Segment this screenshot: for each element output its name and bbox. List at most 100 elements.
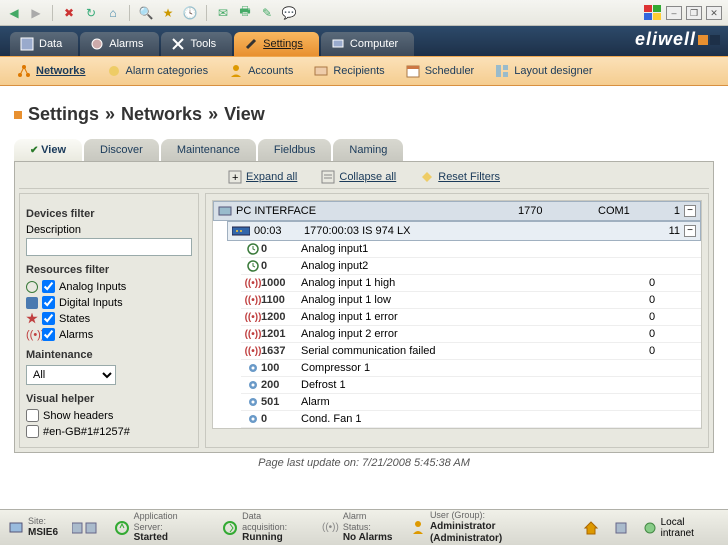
zone-icon — [643, 521, 657, 535]
status-appserver: Application Server:Started — [114, 511, 209, 545]
row-val: 0 — [649, 311, 697, 323]
status-value: Running — [242, 532, 308, 544]
devices-filter-title: Devices filter — [26, 208, 192, 220]
checkbox[interactable] — [26, 425, 39, 438]
row-name: Compressor 1 — [301, 362, 649, 374]
alarms-icon — [90, 37, 104, 51]
tab-label: Alarms — [109, 38, 143, 50]
tab-alarms[interactable]: Alarms — [80, 32, 159, 56]
checkbox[interactable] — [26, 409, 39, 422]
status-label: Site: — [28, 516, 58, 527]
row-name: Cond. Fan 1 — [301, 413, 649, 425]
tree-resource-row[interactable]: 0Analog input2 — [241, 258, 701, 275]
maintenance-select[interactable]: All — [26, 365, 116, 385]
collapse-toggle[interactable]: − — [684, 205, 696, 217]
windows-flag-icon — [644, 5, 662, 21]
row-num: 200 — [261, 379, 301, 391]
expand-all-button[interactable]: +Expand all — [228, 170, 297, 184]
tab-computer[interactable]: Computer — [321, 32, 414, 56]
tree-resource-row[interactable]: ((•))1637Serial communication failed0 — [241, 343, 701, 360]
subnav-layout-designer[interactable]: Layout designer — [488, 60, 598, 82]
row-num: 501 — [261, 396, 301, 408]
svg-text:+: + — [232, 172, 238, 184]
tab-label: Computer — [350, 38, 398, 50]
tree-resource-row[interactable]: 200Defrost 1 — [241, 377, 701, 394]
checkbox[interactable] — [42, 296, 55, 309]
home-status-icon[interactable] — [583, 520, 599, 536]
collapse-toggle[interactable]: − — [684, 225, 696, 237]
home-button[interactable]: ⌂ — [105, 5, 121, 21]
search-button[interactable]: 🔍 — [138, 5, 154, 21]
gear-icon — [245, 396, 261, 408]
mail-button[interactable]: ✉ — [215, 5, 231, 21]
print-button[interactable]: 🖶 — [237, 5, 253, 21]
site-icon — [8, 519, 24, 535]
filter-label: Analog Inputs — [59, 281, 126, 293]
stop-button[interactable]: ✖ — [61, 5, 77, 21]
tree-resource-row[interactable]: ((•))1200Analog input 1 error0 — [241, 309, 701, 326]
recipients-icon — [313, 63, 329, 79]
discuss-button[interactable]: 💬 — [281, 5, 297, 21]
layout-icon — [494, 63, 510, 79]
collapse-all-button[interactable]: Collapse all — [321, 170, 396, 184]
minimize-button[interactable]: – — [666, 6, 682, 20]
tree-resource-row[interactable]: 0Analog input1 — [241, 241, 701, 258]
tree-resource-row[interactable]: 501Alarm — [241, 394, 701, 411]
tree-resource-row[interactable]: ((•))1000Analog input 1 high0 — [241, 275, 701, 292]
subnav-accounts[interactable]: Accounts — [222, 60, 299, 82]
user-icon — [410, 519, 426, 535]
tab-tools[interactable]: Tools — [161, 32, 232, 56]
subnav-label: Accounts — [248, 65, 293, 77]
favorites-button[interactable]: ★ — [160, 5, 176, 21]
clock-icon — [26, 281, 38, 293]
itab-view[interactable]: View — [14, 139, 82, 161]
subnav-networks[interactable]: Networks — [10, 60, 92, 82]
device-icon — [232, 225, 250, 237]
itab-fieldbus[interactable]: Fieldbus — [258, 139, 332, 161]
filter-states[interactable]: States — [26, 312, 192, 325]
checkbox[interactable] — [42, 280, 55, 293]
crumb-sep: » — [105, 104, 115, 125]
tool-status-icon[interactable] — [613, 520, 629, 536]
tab-label: Data — [39, 38, 62, 50]
status-dataacq: Data acquisition:Running — [222, 511, 308, 545]
checkbox[interactable] — [42, 312, 55, 325]
zone-label: Local intranet — [661, 517, 720, 539]
row-name: Alarm — [301, 396, 649, 408]
filter-label: #en-GB#1#1257# — [43, 426, 130, 438]
tree-resource-row[interactable]: ((•))1201Analog input 2 error0 — [241, 326, 701, 343]
action-label: Collapse all — [339, 171, 396, 183]
checkbox[interactable] — [42, 328, 55, 341]
crumb: Networks — [121, 104, 202, 125]
visual-locale[interactable]: #en-GB#1#1257# — [26, 425, 192, 438]
subnav-label: Layout designer — [514, 65, 592, 77]
itab-naming[interactable]: Naming — [333, 139, 403, 161]
filter-analog-inputs[interactable]: Analog Inputs — [26, 280, 192, 293]
tree-device-row[interactable]: 00:03 1770:00:03 IS 974 LX 11 − — [227, 221, 701, 241]
close-button[interactable]: ✕ — [706, 6, 722, 20]
maximize-button[interactable]: ❐ — [686, 6, 702, 20]
history-button[interactable]: 🕓 — [182, 5, 198, 21]
itab-discover[interactable]: Discover — [84, 139, 159, 161]
subnav-alarm-categories[interactable]: Alarm categories — [100, 60, 215, 82]
tree-resource-row[interactable]: ((•))1100Analog input 1 low0 — [241, 292, 701, 309]
visual-show-headers[interactable]: Show headers — [26, 409, 192, 422]
subnav-scheduler[interactable]: Scheduler — [399, 60, 481, 82]
forward-button[interactable]: ▶ — [28, 5, 44, 21]
filter-digital-inputs[interactable]: Digital Inputs — [26, 296, 192, 309]
refresh-button[interactable]: ↻ — [83, 5, 99, 21]
crumb: View — [224, 104, 265, 125]
description-input[interactable] — [26, 238, 192, 256]
tree-resource-row[interactable]: 0Cond. Fan 1 — [241, 411, 701, 428]
subnav-recipients[interactable]: Recipients — [307, 60, 390, 82]
filter-alarms[interactable]: ((•))Alarms — [26, 328, 192, 341]
back-button[interactable]: ◀ — [6, 5, 22, 21]
tree-root-row[interactable]: PC INTERFACE 1770 COM1 1 − — [213, 201, 701, 221]
itab-maintenance[interactable]: Maintenance — [161, 139, 256, 161]
edit-button[interactable]: ✎ — [259, 5, 275, 21]
tab-settings[interactable]: Settings — [234, 32, 319, 56]
tab-data[interactable]: Data — [10, 32, 78, 56]
alarm-icon: ((•)) — [245, 278, 261, 289]
reset-filters-button[interactable]: Reset Filters — [420, 170, 500, 184]
tree-resource-row[interactable]: 100Compressor 1 — [241, 360, 701, 377]
